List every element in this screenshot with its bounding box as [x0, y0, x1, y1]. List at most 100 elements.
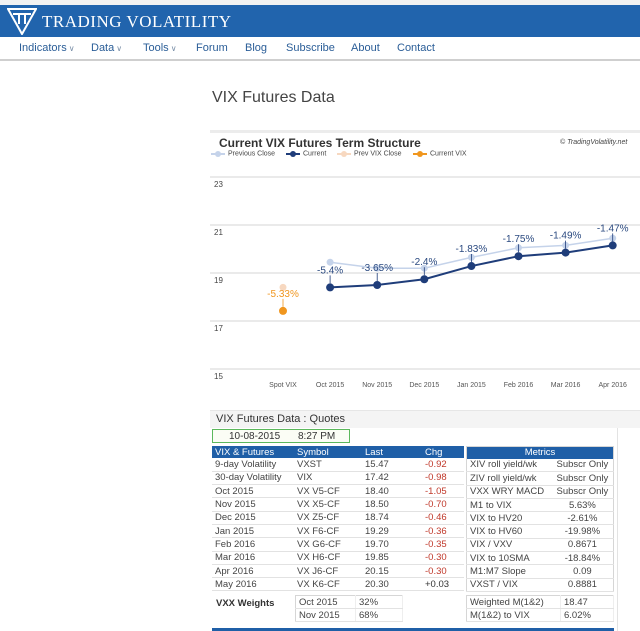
table-row: VIX to 10SMA -18.84%: [466, 551, 614, 566]
metric-label: VIX / VXV: [466, 538, 552, 553]
metric-value: 0.8671: [551, 538, 614, 553]
vxx-weights-table: Oct 2015 32% Nov 2015 68%: [295, 595, 403, 622]
table-row: 9-day Volatility VXST 15.47 -0.92: [212, 458, 464, 472]
table-row: XIV roll yield/wk Subscr Only: [466, 458, 614, 473]
symbol: VX Z5-CF: [294, 511, 362, 525]
metric-label: Weighted M(1&2): [466, 595, 561, 609]
metric-value: Subscr Only: [551, 471, 614, 486]
table-row: M1:M7 Slope 0.09: [466, 564, 614, 579]
weight-month: Oct 2015: [295, 595, 356, 609]
instrument-name: 30-day Volatility: [212, 471, 294, 486]
instrument-name: Jan 2015: [212, 524, 294, 539]
nav-indicators[interactable]: Indicators ∨: [19, 42, 75, 54]
quote-timestamp: 10-08-2015 8:27 PM: [212, 429, 350, 443]
metric-value: 0.09: [551, 564, 614, 579]
metric-label: VXX WRY MACD: [466, 485, 552, 499]
site-header: TRADING VOLATILITY: [0, 5, 640, 37]
table-row: ZIV roll yield/wk Subscr Only: [466, 471, 614, 486]
legend-item-current-vix[interactable]: Current VIX: [413, 150, 467, 157]
column-header: Last: [362, 446, 422, 458]
table-row: M1 to VIX 5.63%: [466, 498, 614, 513]
symbol: VX K6-CF: [294, 577, 362, 592]
weight-month: Nov 2015: [295, 608, 356, 622]
main-nav: Indicators ∨ Data ∨ Tools ∨ Forum Blog Subs…: [0, 37, 640, 61]
metrics-table: Metrics XIV roll yield/wk Subscr Only ZIV …: [466, 446, 614, 592]
metric-value: 0.8881: [551, 578, 614, 592]
change: -0.36: [422, 524, 464, 539]
tv-triangle-logo-icon[interactable]: [7, 7, 37, 35]
metric-value: -18.84%: [551, 551, 614, 566]
nav-blog[interactable]: Blog: [245, 42, 267, 54]
chevron-down-icon: ∨: [170, 44, 177, 53]
change: -0.46: [422, 511, 464, 525]
legend-item-previous-close[interactable]: Previous Close: [211, 150, 275, 157]
table-row: Nov 2015 VX X5-CF 18.50 -0.70: [212, 497, 464, 512]
nav-data[interactable]: Data ∨: [91, 42, 122, 54]
legend-label: Current VIX: [430, 150, 467, 158]
metric-value: -19.98%: [551, 524, 614, 539]
metric-label: VIX to HV20: [466, 511, 552, 526]
metric-label: VIX to 10SMA: [466, 551, 552, 566]
last-price: 15.47: [362, 458, 422, 472]
table-row: Apr 2016 VX J6-CF 20.15 -0.30: [212, 564, 464, 579]
nav-contact[interactable]: Contact: [397, 42, 435, 54]
brand-name[interactable]: TRADING VOLATILITY: [42, 12, 232, 32]
quote-time: 8:27 PM: [298, 431, 336, 442]
legend-label: Previous Close: [228, 150, 276, 158]
nav-about[interactable]: About: [351, 42, 380, 54]
metric-label: M(1&2) to VIX: [466, 608, 561, 622]
table-row: VXX WRY MACD Subscr Only: [466, 485, 614, 499]
last-price: 17.42: [362, 471, 422, 486]
symbol: VX J6-CF: [294, 564, 362, 579]
weight-pct: 32%: [355, 595, 403, 609]
metric-value: 6.02%: [560, 608, 614, 622]
instrument-name: Oct 2015: [212, 484, 294, 499]
metric-value: -2.61%: [551, 511, 614, 526]
chevron-down-icon: ∨: [116, 44, 123, 53]
last-price: 18.50: [362, 497, 422, 512]
nav-tools[interactable]: Tools ∨: [143, 42, 177, 54]
weight-pct: 68%: [355, 608, 403, 622]
change: -0.30: [422, 551, 464, 565]
legend-swatch-icon: [211, 150, 225, 157]
table-row: VIX to HV60 -19.98%: [466, 524, 614, 539]
last-price: 19.85: [362, 551, 422, 565]
column-header: Chg: [422, 446, 464, 458]
last-price: 19.29: [362, 524, 422, 539]
change: -0.30: [422, 564, 464, 579]
table-row: Dec 2015 VX Z5-CF 18.74 -0.46: [212, 511, 464, 525]
instrument-name: Dec 2015: [212, 511, 294, 525]
symbol: VX H6-CF: [294, 551, 362, 565]
table-row: Jan 2015 VX F6-CF 19.29 -0.36: [212, 524, 464, 539]
metric-label: VIX to HV60: [466, 524, 552, 539]
metric-value: 18.47: [560, 595, 614, 609]
legend-item-prev-vix-close[interactable]: Prev VIX Close: [337, 150, 401, 157]
metric-value: Subscr Only: [551, 485, 614, 499]
legend-label: Prev VIX Close: [354, 150, 402, 158]
table-row: Feb 2016 VX G6-CF 19.70 -0.35: [212, 537, 464, 552]
nav-forum[interactable]: Forum: [196, 42, 228, 54]
legend-swatch-icon: [286, 150, 300, 157]
table-row: Oct 2015 VX V5-CF 18.40 -1.05: [212, 484, 464, 499]
instrument-name: Nov 2015: [212, 497, 294, 512]
table-row: VXST / VIX 0.8881: [466, 578, 614, 592]
chart-title: Current VIX Futures Term Structure: [219, 136, 421, 150]
legend-item-current[interactable]: Current: [286, 150, 326, 157]
quotes-title: VIX Futures Data : Quotes: [216, 413, 346, 425]
instrument-name: Mar 2016: [212, 551, 294, 565]
instrument-name: Apr 2016: [212, 564, 294, 579]
change: -0.92: [422, 458, 464, 472]
change: -1.05: [422, 484, 464, 499]
nav-subscribe[interactable]: Subscribe: [286, 42, 335, 54]
vxx-weights-label: VXX Weights: [216, 598, 275, 609]
chevron-down-icon: ∨: [68, 44, 75, 53]
metric-label: M1:M7 Slope: [466, 564, 552, 579]
metric-label: VXST / VIX: [466, 578, 552, 592]
symbol: VX G6-CF: [294, 537, 362, 552]
table-row: VIX / VXV 0.8671: [466, 538, 614, 553]
instrument-name: Feb 2016: [212, 537, 294, 552]
legend-swatch-icon: [337, 150, 351, 157]
legend-swatch-icon: [413, 150, 427, 157]
table-header-row: Metrics: [466, 446, 614, 459]
table-row: Oct 2015 32%: [295, 595, 403, 609]
